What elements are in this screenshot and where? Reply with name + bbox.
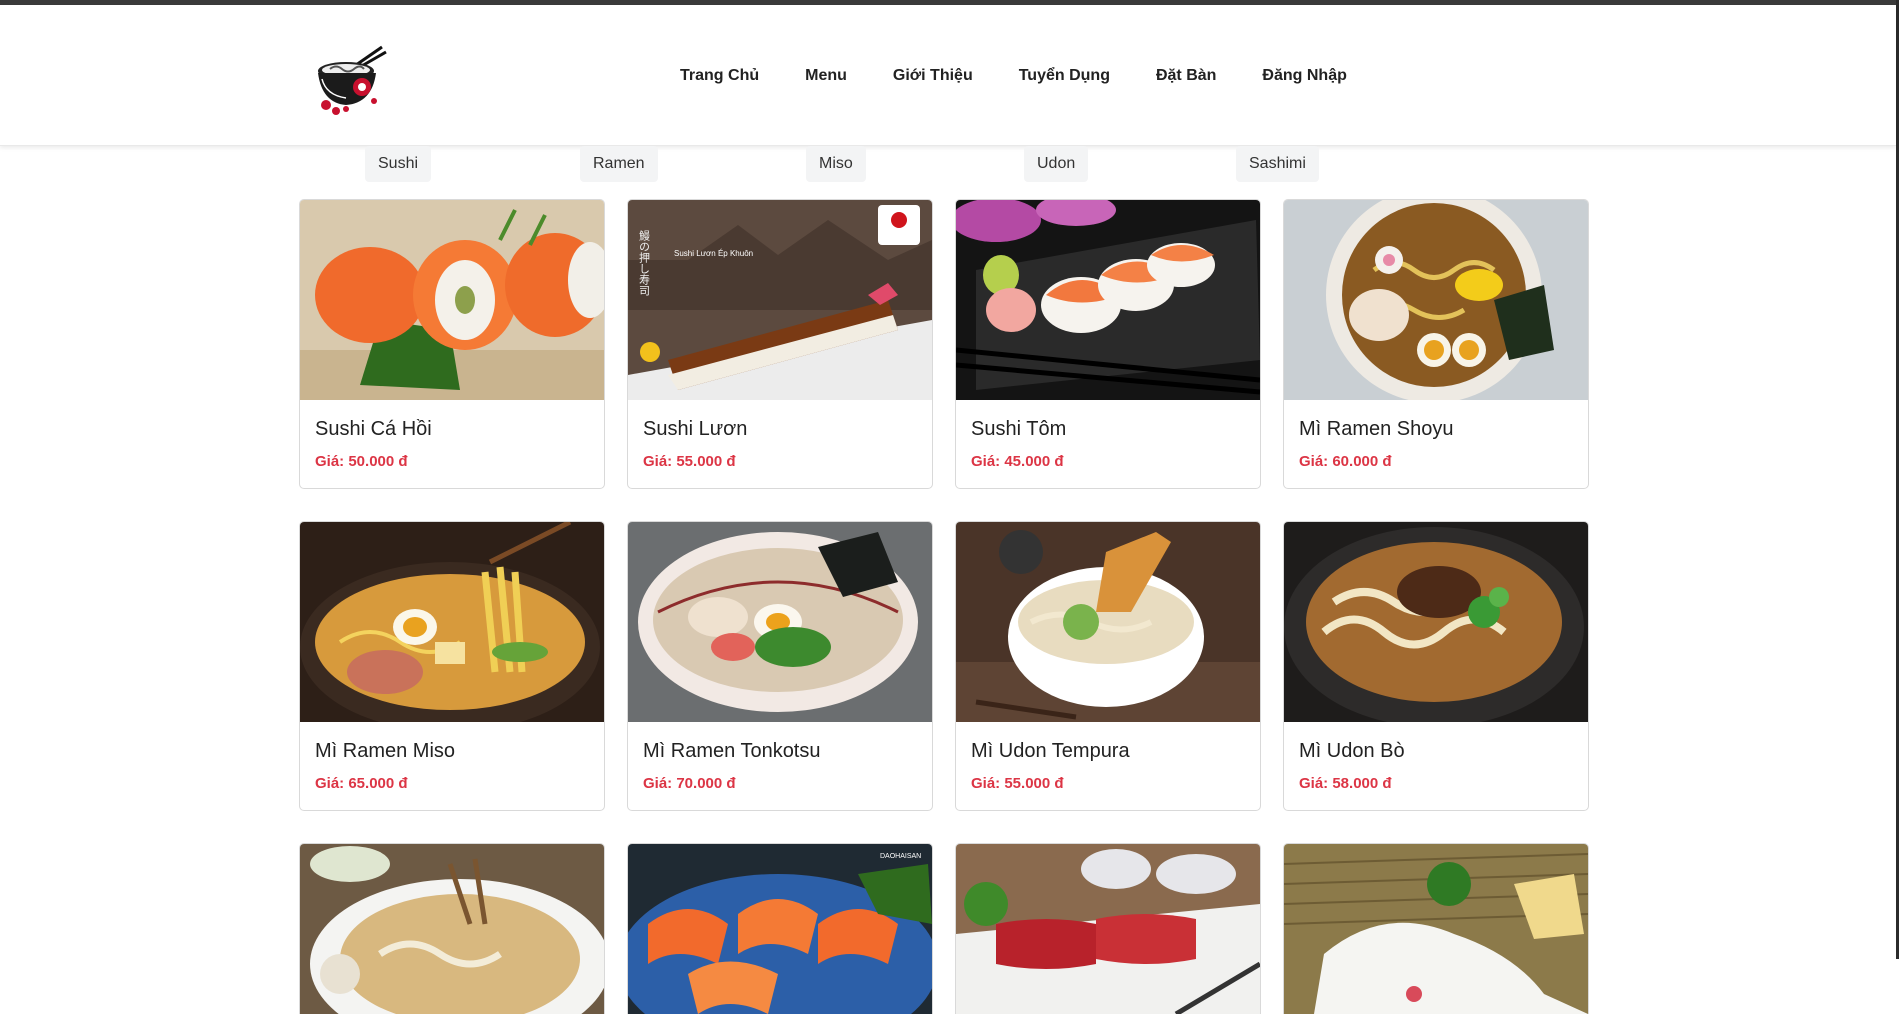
category-sushi[interactable]: Sushi	[365, 146, 432, 182]
product-card[interactable]	[1283, 843, 1589, 1014]
product-card[interactable]	[955, 843, 1261, 1014]
salmon-sashimi-image: DAOHAISAN	[628, 844, 932, 1014]
product-card[interactable]: Sushi Tôm Giá: 45.000 đ	[955, 199, 1261, 489]
product-name: Mì Ramen Tonkotsu	[643, 740, 821, 762]
tempura-udon-image	[956, 522, 1260, 722]
salmon-sushi-image	[300, 200, 604, 400]
beef-udon-image	[1284, 522, 1588, 722]
product-card[interactable]: DAOHAISAN	[627, 843, 933, 1014]
product-price: Giá: 55.000 đ	[643, 453, 736, 470]
product-price: Giá: 55.000 đ	[971, 775, 1064, 792]
product-name: Sushi Tôm	[971, 418, 1067, 440]
unagi-vertical-text: 鰻の押し寿司	[638, 229, 651, 296]
main-nav: Trang Chủ Menu Giới Thiệu Tuyển Dụng Đặt…	[680, 67, 1393, 85]
shoyu-ramen-image	[1284, 200, 1588, 400]
category-miso[interactable]: Miso	[806, 146, 866, 182]
product-card[interactable]: Mì Ramen Tonkotsu Giá: 70.000 đ	[627, 521, 933, 811]
category-udon[interactable]: Udon	[1024, 146, 1089, 182]
product-price: Giá: 60.000 đ	[1299, 453, 1392, 470]
nav-menu[interactable]: Menu	[805, 67, 847, 85]
nav-careers[interactable]: Tuyển Dụng	[1019, 67, 1110, 85]
product-card[interactable]: Mì Udon Bò Giá: 58.000 đ	[1283, 521, 1589, 811]
tonkotsu-ramen-image	[628, 522, 932, 722]
ramen-bowl-logo-icon[interactable]	[312, 43, 388, 117]
site-header: Trang Chủ Menu Giới Thiệu Tuyển Dụng Đặt…	[0, 5, 1896, 146]
miso-ramen-image	[300, 522, 604, 722]
product-card[interactable]: Mì Ramen Miso Giá: 65.000 đ	[299, 521, 605, 811]
product-name: Sushi Cá Hồi	[315, 418, 432, 440]
product-price: Giá: 50.000 đ	[315, 453, 408, 470]
product-price: Giá: 65.000 đ	[315, 775, 408, 792]
product-name: Mì Ramen Shoyu	[1299, 418, 1454, 440]
unagi-caption: Sushi Lươn Ép Khuôn	[674, 249, 753, 258]
nav-home[interactable]: Trang Chủ	[680, 67, 759, 85]
nav-about[interactable]: Giới Thiệu	[893, 67, 973, 85]
shrimp-sushi-image	[956, 200, 1260, 400]
nav-reservation[interactable]: Đặt Bàn	[1156, 67, 1216, 85]
product-card[interactable]: Mì Udon Tempura Giá: 55.000 đ	[955, 521, 1261, 811]
product-name: Mì Ramen Miso	[315, 740, 456, 762]
product-price: Giá: 70.000 đ	[643, 775, 736, 792]
product-card[interactable]: Mì Ramen Shoyu Giá: 60.000 đ	[1283, 199, 1589, 489]
daohaisan-brand-text: DAOHAISAN	[880, 853, 921, 860]
category-sashimi[interactable]: Sashimi	[1236, 146, 1319, 182]
udon-bowl-image	[300, 844, 604, 1014]
category-ramen[interactable]: Ramen	[580, 146, 658, 182]
product-card[interactable]	[299, 843, 605, 1014]
eel-sushi-image: 鰻の押し寿司 Sushi Lươn Ép Khuôn	[628, 200, 932, 400]
product-card[interactable]: Sushi Cá Hồi Giá: 50.000 đ	[299, 199, 605, 489]
tuna-sashimi-image	[956, 844, 1260, 1014]
nav-login[interactable]: Đăng Nhập	[1262, 67, 1346, 85]
product-card[interactable]: 鰻の押し寿司 Sushi Lươn Ép Khuôn Sushi Lươn Gi…	[627, 199, 933, 489]
product-name: Mì Udon Tempura	[971, 740, 1130, 762]
product-price: Giá: 58.000 đ	[1299, 775, 1392, 792]
product-name: Mì Udon Bò	[1299, 740, 1405, 762]
category-filter-bar: Sushi Ramen Miso Udon Sashimi	[0, 146, 1896, 184]
squid-sashimi-image	[1284, 844, 1588, 1014]
product-name: Sushi Lươn	[643, 418, 748, 440]
product-price: Giá: 45.000 đ	[971, 453, 1064, 470]
